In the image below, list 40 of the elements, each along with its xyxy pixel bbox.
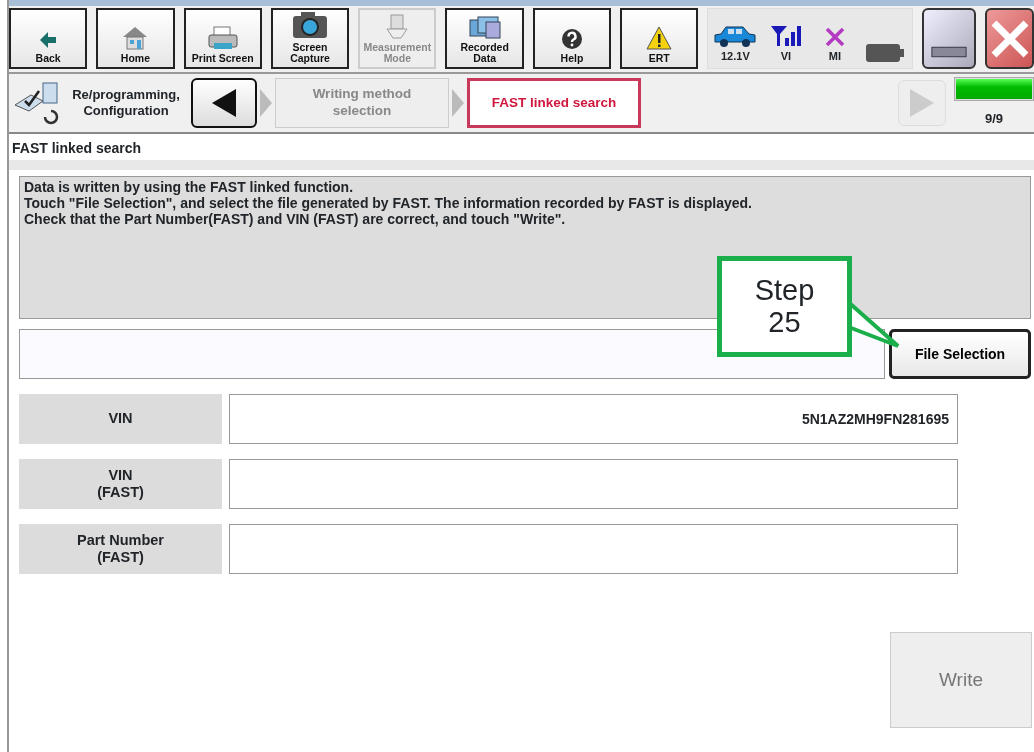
- field-label: VIN (FAST): [19, 459, 222, 509]
- file-selection-button[interactable]: File Selection: [889, 329, 1031, 379]
- field-label: VIN: [19, 394, 222, 444]
- printer-icon: [205, 25, 240, 50]
- signal-icon: [769, 23, 802, 48]
- toolbar-button[interactable]: ERT: [620, 8, 699, 69]
- section-title: FAST linked search: [11, 139, 143, 158]
- step-tab[interactable]: FAST linked search: [467, 78, 641, 128]
- close-button[interactable]: [985, 8, 1034, 69]
- breadcrumb-title: Re/programming, Configuration: [71, 86, 181, 120]
- minimize-button[interactable]: [922, 8, 977, 69]
- progress-reading: 9/9: [984, 110, 1004, 129]
- instruction-text: Check that the Part Number(FAST) and VIN (FAST) are correct, and touch "Write".: [24, 211, 567, 228]
- car-icon: [713, 23, 758, 48]
- toolbar-button[interactable]: Home: [96, 8, 175, 69]
- status-label: 12.1V: [721, 48, 750, 64]
- left-arrow-icon: [38, 30, 59, 50]
- status-label: MI: [828, 48, 841, 64]
- close-icon: [989, 18, 1030, 59]
- battery-icon: [865, 42, 906, 64]
- camera-icon: [291, 10, 330, 39]
- toolbar-button[interactable]: Print Screen: [183, 8, 262, 69]
- instruction-text: Data is written by using the FAST linked function.: [24, 179, 355, 196]
- toolbar-button[interactable]: Back: [9, 8, 88, 69]
- step-callout: Step 25: [717, 256, 852, 357]
- value-field: 5N1AZ2MH9FN281695: [229, 394, 958, 444]
- back-step-button[interactable]: [191, 78, 257, 128]
- field-label: Part Number (FAST): [19, 524, 222, 574]
- meter-icon: [385, 13, 410, 39]
- toolbar-button[interactable]: Recorded Data: [445, 8, 524, 69]
- help-icon: [560, 28, 583, 50]
- warning-icon: [646, 26, 673, 50]
- toolbar-button[interactable]: Help: [532, 8, 612, 69]
- minimize-icon: [930, 45, 969, 59]
- toolbar-button[interactable]: Screen Capture: [270, 8, 350, 69]
- instruction-text: Touch "File Selection", and select the file generated by FAST. The information recorded by FAST is displayed.: [24, 195, 753, 212]
- reprogramming-icon: [13, 81, 61, 125]
- folders-icon: [467, 13, 502, 39]
- status-label: VI: [780, 48, 792, 64]
- cross-icon: [823, 25, 846, 48]
